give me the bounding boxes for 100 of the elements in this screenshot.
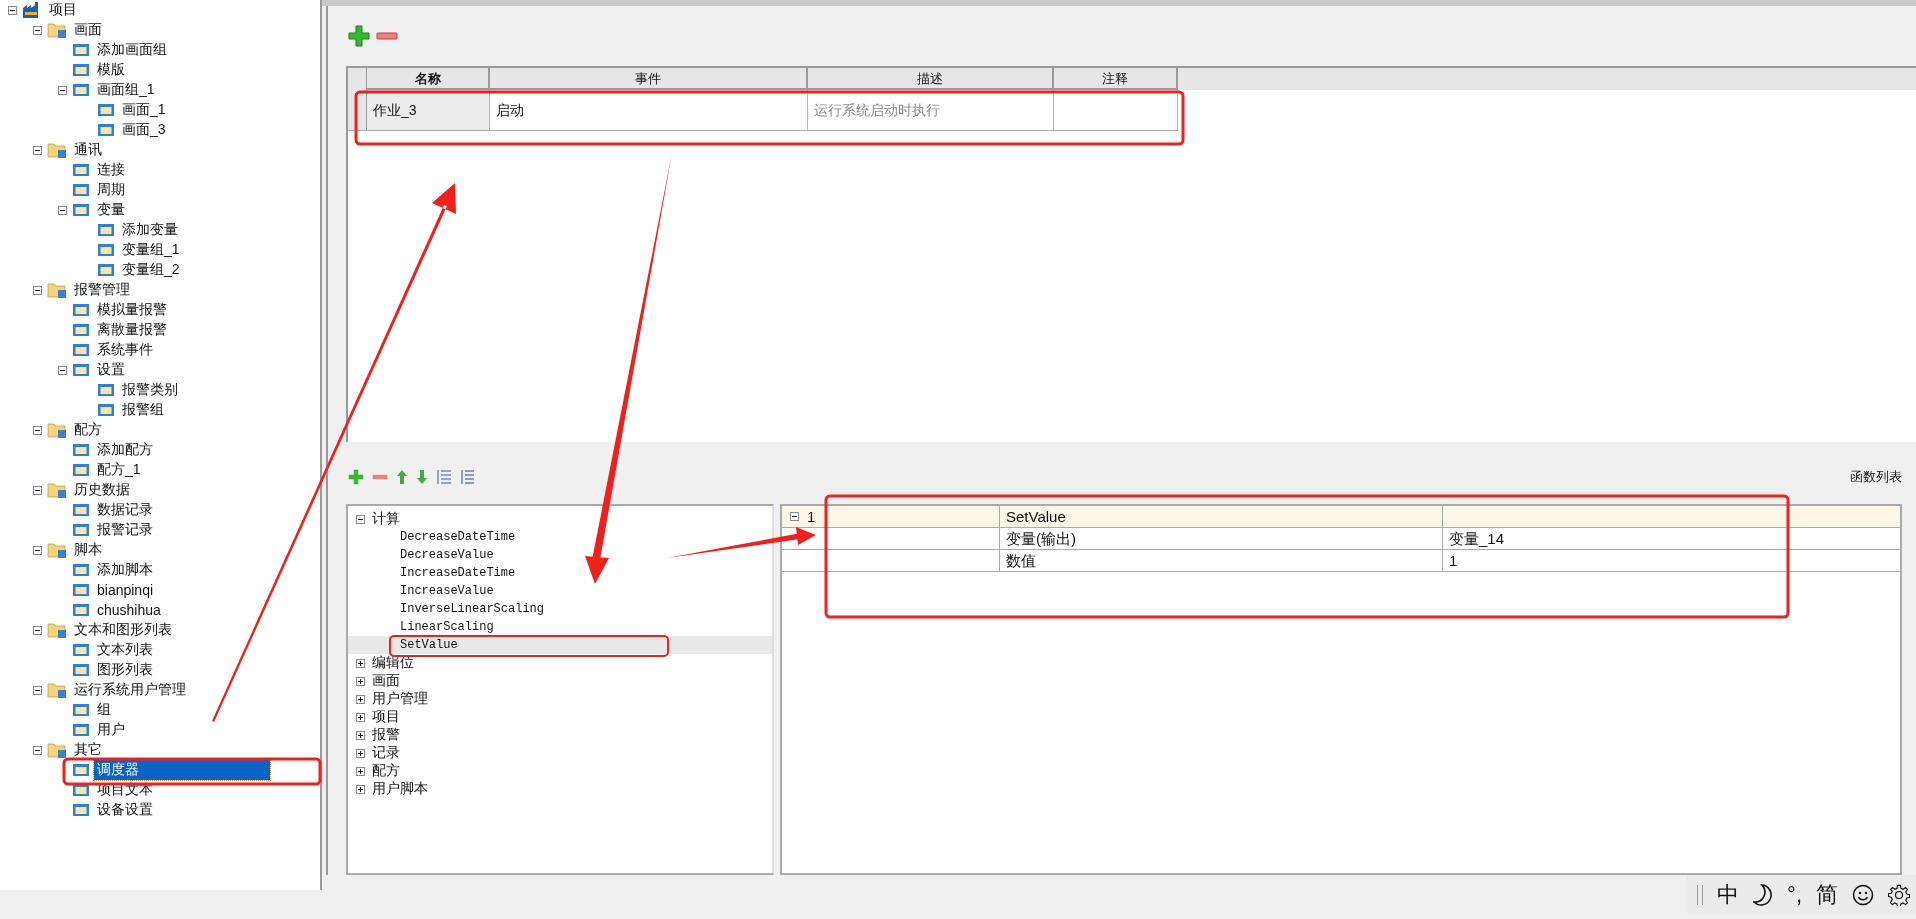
tree-item[interactable]: 连接	[94, 160, 128, 180]
tree-item[interactable]: 设备设置	[94, 800, 156, 820]
tree-item[interactable]: 模版	[94, 60, 128, 80]
expand-toggle[interactable]	[355, 658, 365, 668]
tree-item[interactable]: 调度器	[94, 760, 270, 780]
tree-item[interactable]: 报警类别	[119, 380, 181, 400]
expand-toggle[interactable]	[32, 25, 42, 35]
expand-toggle[interactable]	[355, 514, 365, 524]
expand-toggle[interactable]	[32, 425, 42, 435]
table-cell: 1	[1449, 552, 1458, 569]
expand-toggle[interactable]	[57, 85, 67, 95]
folder-icon	[47, 141, 67, 159]
expand-toggle[interactable]	[355, 766, 365, 776]
tree-item[interactable]: 添加变量	[119, 220, 181, 240]
tree-item[interactable]: 编辑位	[372, 654, 414, 672]
tree-item[interactable]: 记录	[372, 744, 400, 762]
tree-item[interactable]: DecreaseValue	[400, 548, 494, 562]
tree-item[interactable]: 添加脚本	[94, 560, 156, 580]
tree-item[interactable]: 运行系统用户管理	[71, 680, 189, 700]
tree-item[interactable]: 模拟量报警	[94, 300, 170, 320]
tree-item[interactable]: IncreaseDateTime	[400, 566, 516, 580]
expand-toggle[interactable]	[7, 5, 17, 15]
expand-toggle[interactable]	[57, 365, 67, 375]
table-cell: 数值	[1000, 550, 1443, 571]
tree-item[interactable]: 历史数据	[71, 480, 133, 500]
expand-toggle[interactable]	[32, 145, 42, 155]
tree-item[interactable]: 其它	[71, 740, 105, 760]
tree-item[interactable]: InverseLinearScaling	[400, 602, 545, 616]
expand-toggle[interactable]	[32, 285, 42, 295]
expand-toggle[interactable]	[355, 730, 365, 740]
remove-icon[interactable]	[376, 31, 398, 41]
expand-toggle[interactable]	[355, 712, 365, 722]
tree-item[interactable]: SetValue	[400, 638, 458, 652]
expand-toggle[interactable]	[57, 205, 67, 215]
ime-button[interactable]: 简	[1816, 880, 1838, 910]
expand-toggle[interactable]	[355, 748, 365, 758]
tree-item[interactable]: 周期	[94, 180, 128, 200]
tree-item[interactable]: chushihua	[94, 601, 164, 619]
tree-item[interactable]: LinearScaling	[400, 620, 494, 634]
tree-item[interactable]: 画面组_1	[94, 80, 158, 100]
tree-item[interactable]: 组	[94, 700, 114, 720]
tree-item[interactable]: 配方	[71, 420, 105, 440]
ime-button[interactable]: °,	[1787, 882, 1802, 908]
expand-toggle[interactable]	[790, 512, 799, 521]
tree-item[interactable]: 设置	[94, 360, 128, 380]
tree-item[interactable]: 离散量报警	[94, 320, 170, 340]
expand-toggle[interactable]	[32, 485, 42, 495]
smiley-icon[interactable]	[1852, 884, 1874, 906]
tree-item[interactable]: 系统事件	[94, 340, 156, 360]
tree-item[interactable]: 文本列表	[94, 640, 156, 660]
tree-item[interactable]: 报警管理	[71, 280, 133, 300]
tree-item[interactable]: 添加配方	[94, 440, 156, 460]
tree-item[interactable]: DecreaseDateTime	[400, 530, 516, 544]
ime-button[interactable]: 中	[1717, 880, 1740, 910]
column-header[interactable]: 描述	[808, 68, 1054, 90]
tree-item[interactable]: 画面_1	[119, 100, 169, 120]
tree-item[interactable]: 数据记录	[94, 500, 156, 520]
tree-item[interactable]: 用户管理	[372, 690, 428, 708]
tree-item[interactable]: 用户	[94, 720, 128, 740]
tree-item[interactable]: 项目	[46, 0, 80, 20]
window-icon	[72, 162, 90, 178]
tree-item[interactable]: 报警	[372, 726, 400, 744]
moon-icon[interactable]	[1753, 884, 1774, 906]
tree-item[interactable]: 画面	[372, 672, 400, 690]
expand-toggle[interactable]	[32, 625, 42, 635]
tree-item[interactable]: 变量组_1	[119, 240, 183, 260]
tree-item[interactable]: 变量	[94, 200, 128, 220]
tree-item[interactable]: 报警组	[119, 400, 167, 420]
add-icon[interactable]	[348, 25, 370, 47]
tree-item[interactable]: 画面_3	[119, 120, 169, 140]
settings-icon[interactable]	[1888, 884, 1910, 906]
expand-toggle[interactable]	[355, 784, 365, 794]
tree-item[interactable]: 用户脚本	[372, 780, 428, 798]
tree-item[interactable]: 图形列表	[94, 660, 156, 680]
window-icon	[72, 602, 90, 618]
tree-item[interactable]: 画面	[71, 20, 105, 40]
tree-item[interactable]: 报警记录	[94, 520, 156, 540]
tree-item[interactable]: 计算	[372, 510, 400, 528]
tree-item[interactable]: 配方	[372, 762, 400, 780]
tree-item[interactable]: 文本和图形列表	[71, 620, 175, 640]
tree-item[interactable]: 脚本	[71, 540, 105, 560]
tree-item[interactable]: 配方_1	[94, 460, 144, 480]
tree-item[interactable]: 项目	[372, 708, 400, 726]
column-header[interactable]: 注释	[1054, 68, 1178, 90]
expand-toggle[interactable]	[355, 676, 365, 686]
tree-item[interactable]: 变量组_2	[119, 260, 183, 280]
window-icon	[97, 102, 115, 118]
expand-toggle[interactable]	[32, 685, 42, 695]
tree-item[interactable]: 添加画面组	[94, 40, 170, 60]
column-header[interactable]: 事件	[490, 68, 808, 90]
table-cell: SetValue	[1000, 506, 1443, 527]
expand-toggle[interactable]	[32, 745, 42, 755]
window-icon	[72, 42, 90, 58]
table-cell: 变量_14	[1449, 530, 1505, 547]
tree-item[interactable]: 通讯	[71, 140, 105, 160]
window-icon	[72, 462, 90, 478]
tree-item[interactable]: IncreaseValue	[400, 584, 494, 598]
expand-toggle[interactable]	[32, 545, 42, 555]
expand-toggle[interactable]	[355, 694, 365, 704]
tree-item[interactable]: bianpinqi	[94, 581, 157, 599]
